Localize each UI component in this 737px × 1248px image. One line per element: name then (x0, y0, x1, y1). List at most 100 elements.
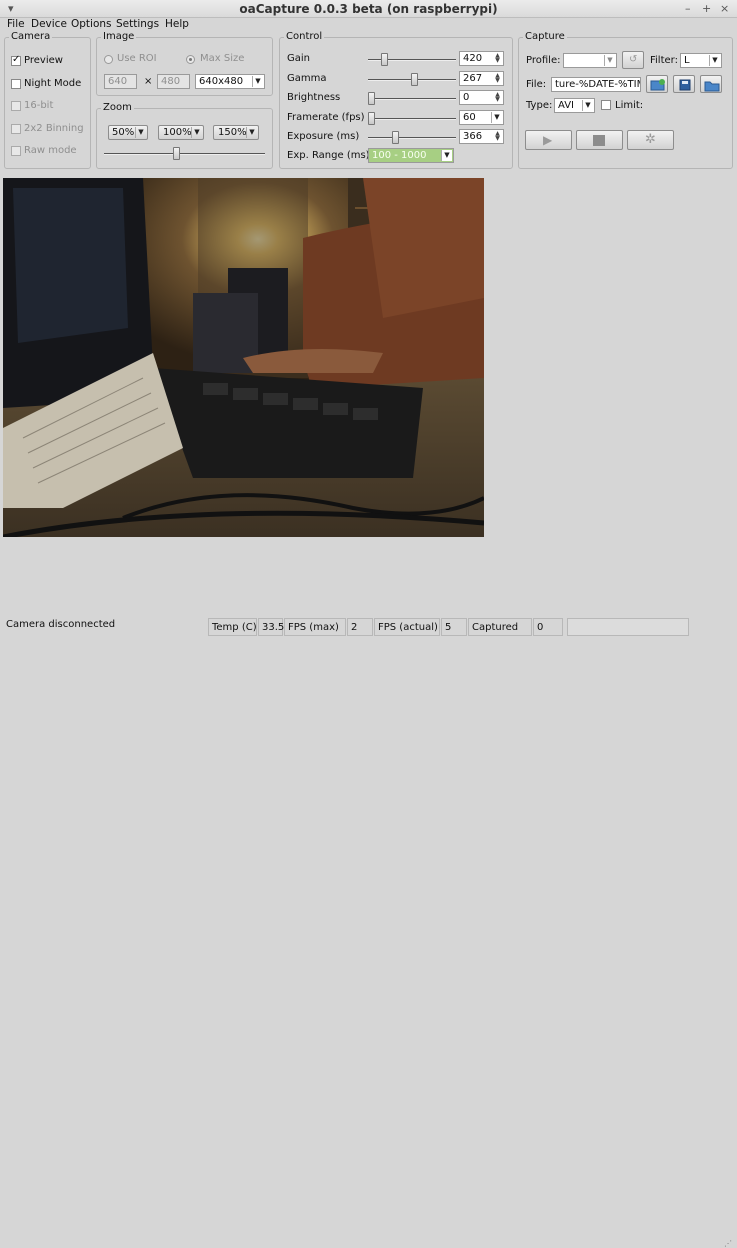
minimize-icon[interactable]: – (685, 2, 691, 15)
exp-range-select[interactable]: 100 - 1000 ▼ (368, 148, 454, 163)
limit-label: Limit: (615, 100, 644, 111)
file-label: File: (526, 79, 547, 90)
control-value-spinbox[interactable]: 267 ▲ ▼ (459, 70, 504, 86)
close-icon[interactable]: × (720, 2, 729, 15)
control-value: 0 (463, 92, 470, 103)
fps-actual-value: 5 (441, 618, 467, 636)
resolution-value: 640x480 (199, 76, 244, 87)
camera-option-checkbox (11, 146, 21, 156)
control-slider-handle[interactable] (392, 131, 400, 144)
chevron-down-icon: ▼ (709, 55, 720, 66)
control-label: Gain (287, 53, 310, 64)
spin-arrows-icon[interactable]: ▲ ▼ (493, 53, 502, 64)
zoom-slider-handle[interactable] (173, 147, 181, 160)
menu-file[interactable]: File (7, 18, 25, 30)
maximize-icon[interactable]: + (702, 2, 711, 15)
roi-height-input[interactable]: 480 (157, 74, 190, 89)
use-roi-radio[interactable] (104, 55, 113, 64)
chevron-down-icon: ▼ (191, 127, 202, 138)
max-size-label: Max Size (200, 53, 245, 64)
chevron-down-icon: ▼ (582, 100, 593, 111)
control-value: 267 (463, 72, 483, 84)
chevron-down-icon: ▼ (246, 127, 257, 138)
zoom-100-label: 100% (163, 127, 192, 138)
control-slider-handle[interactable] (380, 53, 388, 66)
open-folder-button[interactable] (700, 75, 722, 93)
use-roi-label: Use ROI (117, 53, 157, 64)
control-label: Gamma (287, 72, 327, 84)
control-value-spinbox[interactable]: 366 ▲ ▼ (459, 129, 504, 144)
autorun-button[interactable]: ✲ (627, 130, 674, 150)
camera-option-checkbox[interactable] (11, 78, 21, 89)
control-label: Brightness (287, 92, 341, 103)
control-value: 366 (463, 131, 483, 142)
spin-arrows-icon[interactable]: ▲ ▼ (493, 131, 502, 142)
control-label: Exposure (ms) (287, 131, 360, 142)
filter-select[interactable]: L ▼ (680, 53, 722, 68)
camera-option-label: Raw mode (24, 145, 77, 156)
exp-range-label: Exp. Range (ms) (287, 150, 370, 161)
control-slider-track[interactable] (368, 117, 456, 120)
refresh-icon: ↺ (629, 54, 638, 65)
camera-option-checkbox[interactable] (11, 54, 21, 66)
spin-arrows-icon[interactable]: ▲ ▼ (493, 72, 502, 84)
temp-value: 33.5 (258, 618, 284, 636)
zoom-slider-track[interactable] (104, 153, 265, 155)
control-value-spinbox[interactable]: 420 ▲ ▼ (459, 51, 504, 66)
title-bar: ▾ oaCapture 0.0.3 beta (on raspberrypi) … (0, 0, 737, 18)
stop-capture-button[interactable] (576, 130, 623, 150)
menu-help[interactable]: Help (165, 18, 189, 30)
file-name-input[interactable]: ture-%DATE-%TIME (551, 77, 641, 92)
spin-arrows-icon[interactable]: ▲ ▼ (493, 92, 502, 103)
control-slider-handle[interactable] (368, 92, 375, 105)
camera-option-checkbox (11, 101, 21, 111)
fps-max-value: 2 (347, 618, 373, 636)
save-icon (679, 79, 691, 91)
camera-group-title: Camera (9, 31, 53, 42)
resize-grip-icon[interactable]: ⋰ (724, 1239, 732, 1248)
type-select[interactable]: AVI ▼ (554, 98, 595, 113)
control-slider-handle[interactable] (410, 72, 418, 86)
gear-icon: ✲ (645, 132, 656, 147)
temp-label: Temp (C) (208, 618, 257, 636)
control-slider-handle[interactable] (368, 111, 375, 125)
profile-select[interactable]: ▼ (563, 53, 617, 68)
roi-width-input[interactable]: 640 (104, 74, 137, 89)
zoom-50-label: 50% (112, 127, 135, 138)
limit-checkbox[interactable] (601, 100, 611, 110)
folder-icon (704, 81, 720, 92)
type-value: AVI (558, 100, 574, 111)
refresh-profile-button[interactable]: ↺ (622, 51, 644, 69)
zoom-100-button[interactable]: 100% ▼ (158, 125, 204, 140)
control-slider-track[interactable] (368, 137, 456, 139)
max-size-radio[interactable] (186, 55, 195, 64)
status-message: Camera disconnected (6, 619, 116, 630)
control-value-select[interactable]: 60 ▼ (459, 109, 504, 125)
exp-range-value: 100 - 1000 (372, 150, 427, 161)
control-slider-track[interactable] (368, 98, 456, 100)
camera-option-label: Night Mode (24, 77, 82, 89)
start-capture-button[interactable]: ▶ (525, 130, 572, 150)
control-group-title: Control (284, 31, 325, 42)
menu-options[interactable]: Options (71, 18, 112, 30)
control-value: 60 (463, 111, 476, 123)
menu-bar: File Device Options Settings Help (0, 18, 737, 32)
filter-label: Filter: (650, 55, 678, 66)
menu-settings[interactable]: Settings (116, 18, 159, 30)
fps-actual-label: FPS (actual) (374, 618, 440, 636)
chevron-down-icon[interactable]: ▼ (491, 111, 502, 123)
zoom-150-button[interactable]: 150% ▼ (213, 125, 259, 140)
captured-value: 0 (533, 618, 563, 636)
filter-value: L (684, 55, 690, 66)
save-settings-button[interactable] (673, 75, 695, 93)
chevron-down-icon: ▼ (604, 55, 615, 66)
control-value-spinbox[interactable]: 0 ▲ ▼ (459, 90, 504, 105)
zoom-50-button[interactable]: 50% ▼ (108, 125, 148, 140)
new-folder-button[interactable] (646, 75, 668, 93)
stop-icon (593, 135, 605, 146)
resolution-select[interactable]: 640x480 ▼ (195, 74, 265, 89)
zoom-150-label: 150% (218, 127, 247, 138)
menu-device[interactable]: Device (31, 18, 67, 30)
camera-option-checkbox (11, 123, 21, 134)
camera-preview[interactable] (3, 178, 484, 537)
